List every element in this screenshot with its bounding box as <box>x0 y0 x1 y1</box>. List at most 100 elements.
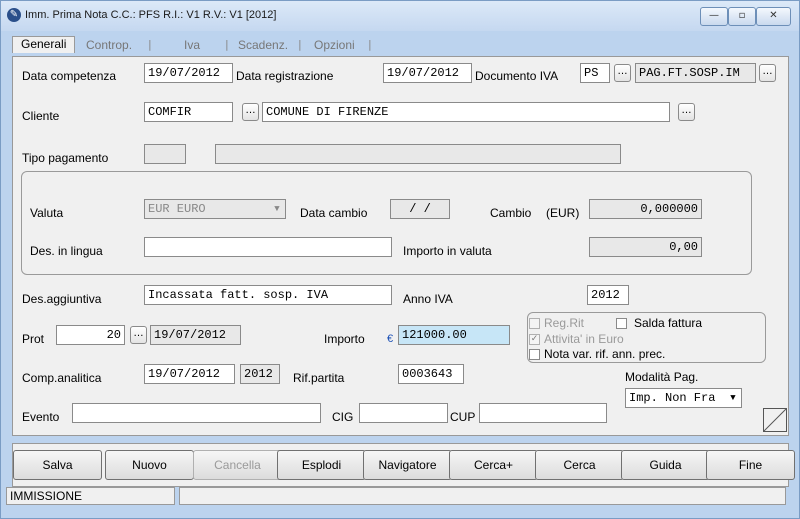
tab-separator: | <box>148 38 152 51</box>
nota-var-label: Nota var. rif. ann. prec. <box>544 347 666 361</box>
main-window: ✎ Imm. Prima Nota C.C.: PFS R.I.: V1 R.V… <box>0 0 800 519</box>
cerca-button[interactable]: Cerca <box>535 450 624 480</box>
corner-triangle-icon[interactable] <box>763 408 787 432</box>
tab-controp[interactable]: Controp. <box>86 38 132 52</box>
valuta-value: EUR EURO <box>148 202 206 216</box>
cliente-label: Cliente <box>22 109 60 123</box>
des-lingua-field[interactable] <box>144 237 392 257</box>
documento-iva-desc-lookup-button[interactable]: … <box>759 64 776 82</box>
importo-valuta-label: Importo in valuta <box>403 244 492 258</box>
evento-label: Evento <box>22 410 60 424</box>
cup-label: CUP <box>450 410 476 424</box>
prot-number-field[interactable]: 20 <box>56 325 125 345</box>
ellipsis-icon: … <box>133 328 144 339</box>
data-registrazione-field[interactable]: 19/07/2012 <box>383 63 472 83</box>
maximize-button[interactable]: ▫ <box>728 7 756 26</box>
prot-lookup-button[interactable]: … <box>130 326 147 344</box>
cliente-name-lookup-button[interactable]: … <box>678 103 695 121</box>
cup-field[interactable] <box>479 403 607 423</box>
title-bar: ✎ Imm. Prima Nota C.C.: PFS R.I.: V1 R.V… <box>1 1 799 31</box>
nota-var-checkbox[interactable] <box>529 349 540 360</box>
cig-field[interactable] <box>359 403 448 423</box>
tab-separator: | <box>368 38 372 51</box>
attivita-euro-checkbox[interactable]: ✓ <box>529 334 540 345</box>
tab-scadenz[interactable]: Scadenz. <box>238 38 288 52</box>
data-cambio-field: / / <box>390 199 450 219</box>
rif-partita-label: Rif.partita <box>293 371 345 385</box>
comp-analitica-date-field[interactable]: 19/07/2012 <box>144 364 235 384</box>
close-button[interactable]: ✕ <box>756 7 791 26</box>
data-registrazione-label: Data registrazione <box>236 69 334 83</box>
valuta-group <box>21 171 752 275</box>
data-competenza-field[interactable]: 19/07/2012 <box>144 63 233 83</box>
esplodi-button[interactable]: Esplodi <box>277 450 366 480</box>
anno-iva-field[interactable]: 2012 <box>587 285 629 305</box>
cancella-button[interactable]: Cancella <box>193 450 282 480</box>
data-cambio-label: Data cambio <box>300 206 368 220</box>
form-panel: Data competenza 19/07/2012 Data registra… <box>12 56 789 436</box>
tab-iva[interactable]: Iva <box>184 38 200 52</box>
cambio-currency-label: (EUR) <box>546 206 580 220</box>
evento-field[interactable] <box>72 403 321 423</box>
modalita-pag-label: Modalità Pag. <box>625 370 699 384</box>
tab-separator: | <box>225 38 229 51</box>
importo-valuta-field: 0,00 <box>589 237 702 257</box>
data-competenza-label: Data competenza <box>22 69 117 83</box>
modalita-pag-value: Imp. Non Fra <box>629 391 716 405</box>
salva-button[interactable]: Salva <box>13 450 102 480</box>
modalita-pag-select[interactable]: Imp. Non Fra ▼ <box>625 388 742 408</box>
tipo-pagamento-label: Tipo pagamento <box>22 151 109 165</box>
salda-fattura-checkbox[interactable] <box>616 318 627 329</box>
documento-iva-lookup-button[interactable]: … <box>614 64 631 82</box>
cliente-name-field[interactable]: COMUNE DI FIRENZE <box>262 102 670 122</box>
anno-iva-label: Anno IVA <box>403 292 453 306</box>
salda-fattura-label: Salda fattura <box>634 316 703 330</box>
tab-strip: Generali Controp. | Iva | Scadenz. | Opz… <box>12 36 787 56</box>
rif-partita-field[interactable]: 0003643 <box>398 364 464 384</box>
documento-iva-code-field[interactable]: PS <box>580 63 610 83</box>
des-aggiuntiva-field[interactable]: Incassata fatt. sosp. IVA <box>144 285 392 305</box>
tipo-pagamento-code-field[interactable] <box>144 144 186 164</box>
tab-generali[interactable]: Generali <box>12 36 76 53</box>
des-lingua-label: Des. in lingua <box>30 244 103 258</box>
guida-button[interactable]: Guida <box>621 450 710 480</box>
cambio-field: 0,000000 <box>589 199 702 219</box>
cambio-label: Cambio <box>490 206 532 220</box>
nuovo-button[interactable]: Nuovo <box>105 450 194 480</box>
cerca-plus-button[interactable]: Cerca+ <box>449 450 538 480</box>
status-message <box>179 487 786 505</box>
cig-label: CIG <box>332 410 354 424</box>
fine-button[interactable]: Fine <box>706 450 795 480</box>
des-aggiuntiva-label: Des.aggiuntiva <box>22 292 102 306</box>
ellipsis-icon: … <box>617 66 628 77</box>
comp-analitica-year-field: 2012 <box>240 364 280 384</box>
valuta-label: Valuta <box>30 206 64 220</box>
cliente-code-field[interactable]: COMFIR <box>144 102 233 122</box>
documento-iva-desc-field: PAG.FT.SOSP.IM <box>635 63 756 83</box>
prot-label: Prot <box>22 332 45 346</box>
ellipsis-icon: … <box>245 105 256 116</box>
importo-label: Importo <box>324 332 365 346</box>
tab-opzioni[interactable]: Opzioni <box>314 38 355 52</box>
button-bar: Salva Nuovo Cancella Esplodi Navigatore … <box>12 443 795 487</box>
chevron-down-icon: ▼ <box>730 393 736 403</box>
reg-rit-label: Reg.Rit <box>544 316 585 330</box>
attivita-euro-label: Attivita' in Euro <box>544 332 624 346</box>
documento-iva-label: Documento IVA <box>475 69 559 83</box>
comp-analitica-label: Comp.analitica <box>22 371 102 385</box>
tipo-pagamento-desc-field <box>215 144 621 164</box>
navigatore-button[interactable]: Navigatore <box>363 450 452 480</box>
prot-date-field: 19/07/2012 <box>150 325 241 345</box>
ellipsis-icon: … <box>762 66 773 77</box>
status-mode: IMMISSIONE <box>6 487 175 505</box>
minimize-button[interactable]: — <box>700 7 728 26</box>
chevron-down-icon: ▼ <box>274 204 280 214</box>
valuta-select[interactable]: EUR EURO ▼ <box>144 199 286 219</box>
euro-icon: € <box>387 333 394 345</box>
tab-separator: | <box>298 38 302 51</box>
cliente-lookup-button[interactable]: … <box>242 103 259 121</box>
importo-field[interactable]: 121000.00 <box>398 325 510 345</box>
app-icon: ✎ <box>7 8 21 22</box>
reg-rit-checkbox[interactable] <box>529 318 540 329</box>
ellipsis-icon: … <box>681 105 692 116</box>
